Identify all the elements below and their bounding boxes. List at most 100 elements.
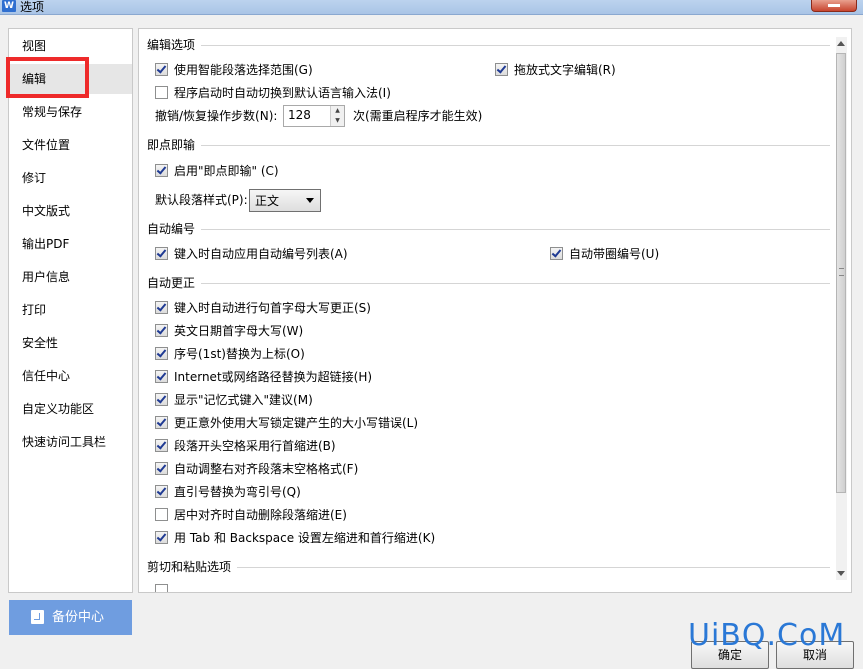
option-label: Internet或网络路径替换为超链接(H) [174, 370, 373, 384]
sidebar-item-trust-center[interactable]: 信任中心 [9, 361, 132, 391]
checkbox-checked[interactable] [155, 247, 168, 260]
section-divider [201, 45, 830, 46]
close-icon [828, 4, 840, 7]
backup-center-button[interactable]: 备份中心 [9, 600, 132, 635]
checkbox-checked[interactable] [155, 393, 168, 406]
option-label: 自动带圈编号(U) [569, 247, 660, 261]
option-enable-click-type[interactable]: 启用"即点即输" (C) [155, 162, 279, 180]
option-label: 序号(1st)替换为上标(O) [174, 347, 305, 361]
checkbox-checked[interactable] [155, 416, 168, 429]
sidebar-item-view[interactable]: 视图 [9, 31, 132, 61]
option-label: 键入时自动进行句首字母大写更正(S) [174, 301, 371, 315]
default-style-select[interactable]: 正文 [249, 189, 321, 212]
checkbox-checked[interactable] [550, 247, 563, 260]
autocorrect-option[interactable]: 段落开头空格采用行首缩进(B) [155, 437, 336, 455]
section-click-type-heading: 即点即输 [147, 138, 196, 152]
section-divider [201, 283, 830, 284]
cut-paste-partial-option[interactable] [155, 582, 174, 592]
spinner-up-icon[interactable]: ▲ [331, 106, 344, 116]
sidebar-item-edit[interactable]: 编辑 [9, 64, 132, 94]
checkbox-checked[interactable] [155, 485, 168, 498]
sidebar-item-chinese-layout[interactable]: 中文版式 [9, 196, 132, 226]
checkbox-checked[interactable] [155, 301, 168, 314]
checkbox-checked[interactable] [155, 370, 168, 383]
checkbox-checked[interactable] [495, 63, 508, 76]
sidebar-item-general-save[interactable]: 常规与保存 [9, 97, 132, 127]
checkbox-checked[interactable] [155, 347, 168, 360]
autocorrect-option[interactable]: 用 Tab 和 Backspace 设置左缩进和首行缩进(K) [155, 529, 435, 547]
undo-steps-note: 次(需重启程序才能生效) [353, 109, 483, 123]
section-edit-options-heading: 编辑选项 [147, 38, 196, 52]
sidebar-item-custom-ribbon[interactable]: 自定义功能区 [9, 394, 132, 424]
checkbox-checked[interactable] [155, 439, 168, 452]
autocorrect-option[interactable]: 序号(1st)替换为上标(O) [155, 345, 305, 363]
undo-steps-spinner[interactable]: 128 ▲ ▼ [283, 105, 345, 127]
option-auto-list[interactable]: 键入时自动应用自动编号列表(A) [155, 245, 348, 263]
option-label: 居中对齐时自动删除段落缩进(E) [174, 508, 347, 522]
option-auto-ime[interactable]: 程序启动时自动切换到默认语言输入法(I) [155, 84, 391, 102]
option-label: 自动调整右对齐段落末空格格式(F) [174, 462, 359, 476]
checkbox-unchecked[interactable] [155, 86, 168, 99]
option-circle-number[interactable]: 自动带圈编号(U) [550, 245, 659, 263]
autocorrect-option[interactable]: 直引号替换为弯引号(Q) [155, 483, 301, 501]
option-label: 用 Tab 和 Backspace 设置左缩进和首行缩进(K) [174, 531, 436, 545]
autocorrect-option[interactable]: Internet或网络路径替换为超链接(H) [155, 368, 372, 386]
checkbox-checked[interactable] [155, 531, 168, 544]
option-label: 启用"即点即输" (C) [174, 164, 279, 178]
section-auto-correct-heading: 自动更正 [147, 276, 196, 290]
default-style-value: 正文 [255, 194, 280, 208]
section-divider [201, 229, 830, 230]
option-label: 使用智能段落选择范围(G) [174, 63, 313, 77]
checkbox-checked[interactable] [155, 462, 168, 475]
option-label: 直引号替换为弯引号(Q) [174, 485, 301, 499]
backup-icon [31, 610, 44, 624]
options-content-panel: 编辑选项 使用智能段落选择范围(G) 拖放式文字编辑(R) 程序启动时自动切换到… [138, 28, 852, 593]
scroll-down-icon[interactable] [837, 571, 845, 576]
window-title: 选项 [20, 0, 45, 14]
title-bar: W 选项 [0, 0, 863, 15]
option-label: 键入时自动应用自动编号列表(A) [174, 247, 348, 261]
backup-center-label: 备份中心 [52, 610, 105, 625]
option-label: 更正意外使用大写锁定键产生的大小写错误(L) [174, 416, 419, 430]
checkbox-checked[interactable] [155, 324, 168, 337]
scroll-up-icon[interactable] [837, 41, 845, 46]
dropdown-arrow-icon [306, 198, 314, 203]
undo-steps-value: 128 [288, 108, 311, 122]
spinner-buttons: ▲ ▼ [330, 106, 344, 126]
option-label: 程序启动时自动切换到默认语言输入法(I) [174, 86, 391, 100]
checkbox-checked[interactable] [155, 164, 168, 177]
checkbox-unchecked[interactable] [155, 508, 168, 521]
option-label: 英文日期首字母大写(W) [174, 324, 304, 338]
sidebar-item-export-pdf[interactable]: 输出PDF [9, 229, 132, 259]
grip-icon [839, 268, 844, 276]
autocorrect-option[interactable]: 更正意外使用大写锁定键产生的大小写错误(L) [155, 414, 418, 432]
sidebar-item-revision[interactable]: 修订 [9, 163, 132, 193]
autocorrect-option[interactable]: 显示"记忆式键入"建议(M) [155, 391, 313, 409]
default-style-label: 默认段落样式(P): [155, 193, 248, 207]
option-smart-paragraph[interactable]: 使用智能段落选择范围(G) [155, 61, 313, 79]
close-window-button[interactable] [811, 0, 857, 12]
spinner-down-icon[interactable]: ▼ [331, 116, 344, 126]
option-label: 显示"记忆式键入"建议(M) [174, 393, 313, 407]
section-divider [237, 567, 830, 568]
checkbox-checked[interactable] [155, 63, 168, 76]
autocorrect-option[interactable]: 键入时自动进行句首字母大写更正(S) [155, 299, 371, 317]
autocorrect-option[interactable]: 居中对齐时自动删除段落缩进(E) [155, 506, 347, 524]
vertical-scrollbar[interactable] [836, 37, 847, 580]
section-cut-paste-heading: 剪切和粘贴选项 [147, 560, 232, 574]
option-label: 拖放式文字编辑(R) [514, 63, 616, 77]
sidebar-item-file-location[interactable]: 文件位置 [9, 130, 132, 160]
sidebar-item-security[interactable]: 安全性 [9, 328, 132, 358]
sidebar-item-user-info[interactable]: 用户信息 [9, 262, 132, 292]
autocorrect-option[interactable]: 自动调整右对齐段落末空格格式(F) [155, 460, 358, 478]
sidebar-item-quick-access-toolbar[interactable]: 快速访问工具栏 [9, 427, 132, 457]
undo-steps-label: 撤销/恢复操作步数(N): [155, 109, 278, 123]
option-drag-drop[interactable]: 拖放式文字编辑(R) [495, 61, 616, 79]
autocorrect-option[interactable]: 英文日期首字母大写(W) [155, 322, 303, 340]
scrollbar-thumb[interactable] [836, 53, 846, 493]
checkbox-unchecked[interactable] [155, 584, 168, 592]
sidebar-item-print[interactable]: 打印 [9, 295, 132, 325]
section-auto-number-heading: 自动编号 [147, 222, 196, 236]
section-divider [201, 145, 830, 146]
options-sidebar: 视图 编辑 常规与保存 文件位置 修订 中文版式 输出PDF 用户信息 打印 安… [8, 28, 133, 593]
